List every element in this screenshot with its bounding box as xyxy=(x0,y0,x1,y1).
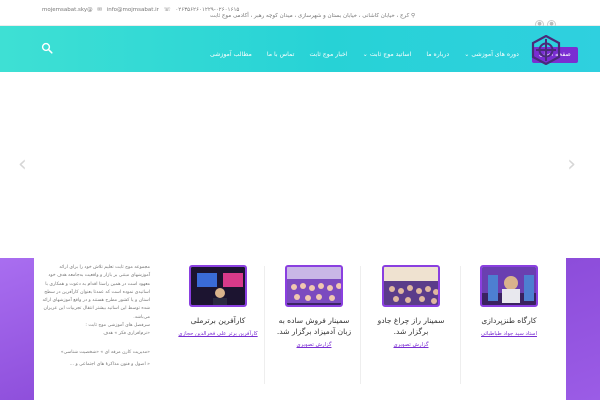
about-line: « اصول و فنون مذاکرهٔ های اجتماعی و ... xyxy=(69,361,150,367)
news-card-image[interactable] xyxy=(189,265,247,307)
slider-prev-arrow[interactable]: ‹ xyxy=(18,154,27,176)
news-card-title[interactable]: سمینار فروش ساده به زبان آدمیزاد برگزار … xyxy=(273,315,355,337)
news-card-link[interactable]: استاد سید جواد طباطبائی xyxy=(468,331,550,337)
news-card-link[interactable]: کارآفرین برتر علی فخرالدین حجازی xyxy=(177,331,259,337)
nav-item-news[interactable]: اخبار موج ثابت xyxy=(309,47,347,63)
nav-item-articles[interactable]: مطالب آموزشی xyxy=(210,47,252,63)
news-card-link[interactable]: گزارش تصویری xyxy=(370,342,452,348)
address-text: ⚲ کرج ، خیابان کاشانی ، خیابان بستان و ش… xyxy=(210,13,415,19)
hero-slider: ‹ › xyxy=(0,72,600,258)
location-pin-icon: ⚲ xyxy=(410,13,415,19)
news-card-image[interactable] xyxy=(480,265,538,307)
card-divider xyxy=(360,266,361,384)
email-link-2[interactable]: info@mojmsabat.ir xyxy=(107,7,159,13)
news-card-humor-workshop[interactable]: کارگاه طنزپردازی استاد سید جواد طباطبائی xyxy=(468,265,550,337)
news-card-title[interactable]: سمینار راز چراغ جادو برگزار شد. xyxy=(370,315,452,337)
email-icon: ✉ xyxy=(97,7,102,13)
news-card-sales-seminar[interactable]: سمینار فروش ساده به زبان آدمیزاد برگزار … xyxy=(273,265,355,348)
about-paragraph: مجموعه موج ثابت تعلیم تلاش خود را برای ا… xyxy=(42,265,150,320)
main-header: صفحه اصلی دوره های آموزشی ⌄ درباره ما اس… xyxy=(0,26,600,72)
search-icon[interactable] xyxy=(41,42,53,54)
phone-icon: ☏ xyxy=(163,7,171,13)
nav-item-courses[interactable]: دوره های آموزشی ⌄ xyxy=(464,47,519,63)
card-divider xyxy=(264,266,265,384)
nav-item-teachers[interactable]: اساتید موج ثابت ⌄ xyxy=(363,47,412,63)
email-link-1[interactable]: mojemsabat.sky@ xyxy=(42,7,93,13)
news-card-title[interactable]: کارگاه طنزپردازی xyxy=(468,315,550,326)
about-line: سرفصل های آموزشی موج ثابت : xyxy=(85,323,150,329)
news-card-image[interactable] xyxy=(285,265,343,307)
news-card-magic-lamp-seminar[interactable]: سمینار راز چراغ جادو برگزار شد. گزارش تص… xyxy=(370,265,452,348)
nav-item-contact[interactable]: تماس با ما xyxy=(267,47,294,63)
main-nav: صفحه اصلی دوره های آموزشی ⌄ درباره ما اس… xyxy=(200,41,578,63)
about-line: «مدیریت کارن مرقه ای » «شخصیت شناسی» xyxy=(60,349,150,355)
about-text-block: مجموعه موج ثابت تعلیم تلاش خود را برای ا… xyxy=(40,264,150,369)
news-card-link[interactable]: گزارش تصویری xyxy=(273,342,355,348)
nav-item-about[interactable]: درباره ما xyxy=(426,47,449,63)
about-line: «نرم‌افزاری فکر » هدف xyxy=(103,331,150,337)
site-logo[interactable] xyxy=(531,35,561,65)
slider-next-arrow[interactable]: › xyxy=(567,154,576,176)
news-card-image[interactable] xyxy=(382,265,440,307)
address-value: کرج ، خیابان کاشانی ، خیابان بستان و شهر… xyxy=(209,13,410,19)
news-card-title[interactable]: کارآفرین برترملی xyxy=(177,315,259,326)
top-info-bar: mojemsabat.sky@ ✉ info@mojmsabat.ir ☏ ۰۲… xyxy=(0,0,600,29)
news-card-top-entrepreneur[interactable]: کارآفرین برترملی کارآفرین برتر علی فخرال… xyxy=(177,265,259,337)
card-divider xyxy=(460,266,461,384)
